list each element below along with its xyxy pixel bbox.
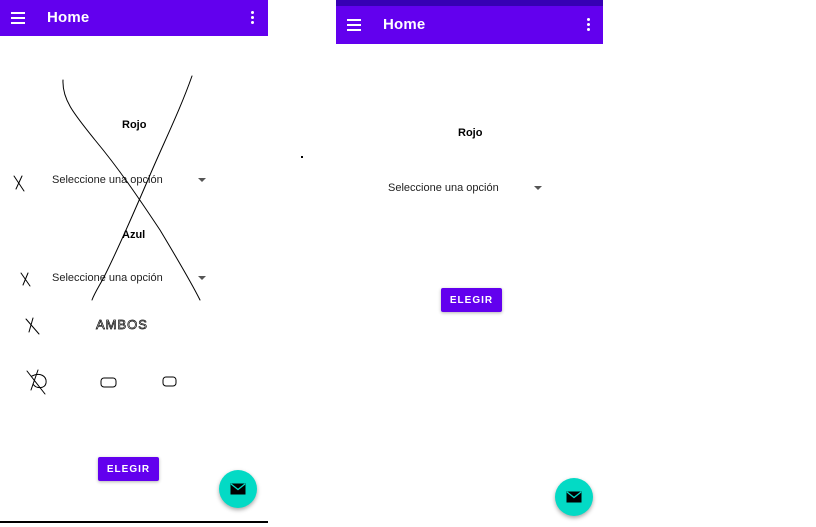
- top-app-bar: Home: [336, 6, 603, 44]
- elegir-button[interactable]: ELEGIR: [441, 288, 502, 312]
- chevron-down-icon[interactable]: [198, 276, 206, 280]
- dropdown-azul[interactable]: Seleccione una opción: [52, 272, 163, 284]
- chevron-down-icon[interactable]: [198, 178, 206, 182]
- mail-icon: [230, 483, 246, 495]
- dropdown-rojo[interactable]: Seleccione una opción: [52, 174, 163, 186]
- left-screen: Home Rojo Seleccione una opción Azul Sel…: [0, 0, 268, 523]
- hamburger-icon[interactable]: [11, 12, 25, 26]
- fab-mail-button[interactable]: [219, 470, 257, 508]
- fab-mail-button[interactable]: [555, 478, 593, 516]
- dropdown-rojo[interactable]: Seleccione una opción: [388, 182, 499, 194]
- stray-dot: [301, 156, 303, 158]
- top-app-bar: Home: [0, 0, 268, 36]
- mail-icon: [566, 491, 582, 503]
- hamburger-icon[interactable]: [347, 19, 361, 33]
- right-screen: Home Rojo Seleccione una opción ELEGIR: [336, 0, 603, 527]
- handwritten-text-ambos: AMBOS: [96, 317, 148, 332]
- app-title: Home: [47, 9, 90, 26]
- more-vert-icon[interactable]: [587, 18, 591, 32]
- more-vert-icon[interactable]: [251, 11, 255, 25]
- app-title: Home: [383, 16, 426, 33]
- label-rojo: Rojo: [458, 127, 483, 139]
- handwritten-annotations: AMBOS: [13, 75, 201, 395]
- elegir-button[interactable]: ELEGIR: [98, 457, 159, 481]
- label-rojo: Rojo: [122, 119, 147, 131]
- label-azul: Azul: [122, 229, 146, 241]
- chevron-down-icon[interactable]: [534, 186, 542, 190]
